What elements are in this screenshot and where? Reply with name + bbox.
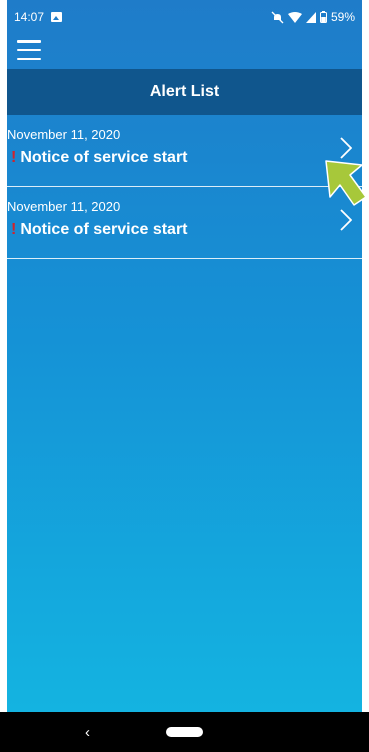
chevron-right-icon[interactable] bbox=[340, 209, 352, 231]
wifi-icon bbox=[287, 11, 302, 23]
app-screen: 14:07 59% Alert List November 11, 2020 !… bbox=[0, 0, 369, 752]
nav-back-button[interactable]: ‹ bbox=[85, 724, 90, 741]
mute-icon bbox=[271, 11, 284, 24]
status-time: 14:07 bbox=[14, 10, 45, 24]
alert-title-row: ! Notice of service start bbox=[11, 149, 188, 167]
alert-exclamation-icon: ! bbox=[11, 221, 17, 238]
app-top-bar bbox=[7, 34, 362, 69]
alert-title: Notice of service start bbox=[20, 221, 188, 238]
alert-list: November 11, 2020 ! Notice of service st… bbox=[7, 115, 362, 259]
status-right: 59% bbox=[271, 10, 355, 24]
chevron-right-icon[interactable] bbox=[340, 137, 352, 159]
nav-home-button[interactable] bbox=[166, 727, 203, 737]
menu-line bbox=[17, 40, 41, 43]
menu-line bbox=[17, 48, 41, 52]
page-title-bar: Alert List bbox=[7, 69, 362, 115]
page-title: Alert List bbox=[149, 83, 220, 100]
status-bar: 14:07 59% bbox=[7, 0, 362, 34]
image-icon bbox=[51, 12, 63, 22]
status-left: 14:07 bbox=[14, 10, 63, 24]
alert-date: November 11, 2020 bbox=[7, 127, 121, 142]
pointer-arrow-icon bbox=[325, 160, 367, 206]
battery-percent: 59% bbox=[330, 10, 355, 24]
alert-title: Notice of service start bbox=[20, 149, 188, 166]
alert-list-item[interactable]: November 11, 2020 ! Notice of service st… bbox=[7, 187, 362, 259]
right-frame-strip bbox=[362, 0, 369, 752]
alert-list-item[interactable]: November 11, 2020 ! Notice of service st… bbox=[7, 115, 362, 187]
system-nav-bar: ‹ bbox=[0, 712, 369, 752]
alert-title-row: ! Notice of service start bbox=[11, 221, 188, 239]
menu-line bbox=[17, 57, 41, 60]
battery-icon bbox=[319, 11, 327, 23]
alert-date: November 11, 2020 bbox=[7, 199, 121, 214]
left-frame-strip bbox=[0, 0, 7, 752]
alert-exclamation-icon: ! bbox=[11, 149, 17, 166]
signal-icon bbox=[305, 11, 316, 23]
hamburger-menu-icon[interactable] bbox=[17, 40, 41, 60]
